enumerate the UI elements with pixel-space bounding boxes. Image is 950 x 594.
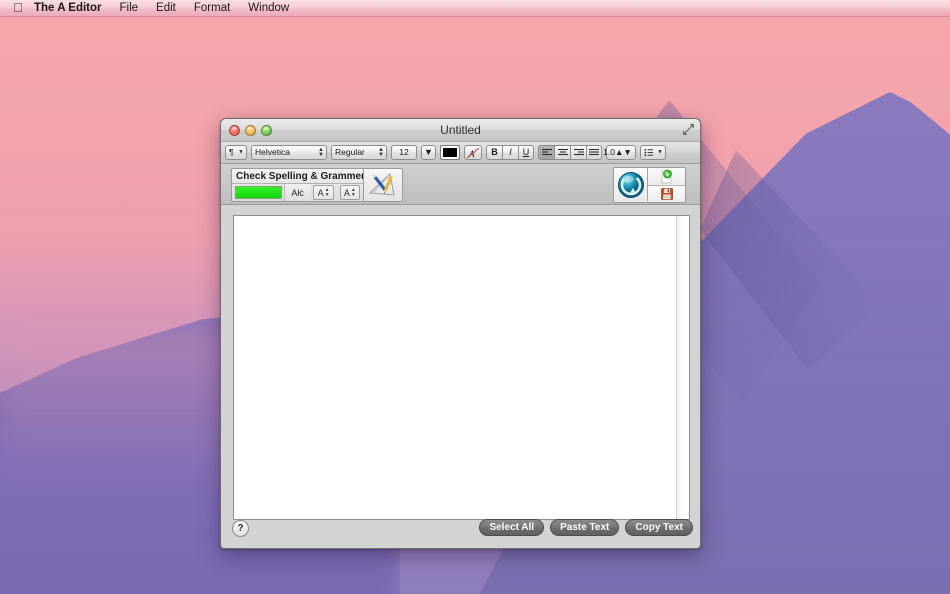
list-dropdown[interactable]: ▼ — [640, 145, 666, 160]
resize-expand-icon[interactable] — [682, 123, 695, 136]
paste-text-button[interactable]: Paste Text — [550, 519, 620, 536]
align-center-button[interactable] — [554, 145, 570, 160]
menu-item-app-name[interactable]: The A Editor — [32, 0, 111, 16]
copy-text-button[interactable]: Copy Text — [625, 519, 693, 536]
window-title: Untitled — [440, 123, 481, 137]
download-icon — [661, 169, 672, 184]
chevron-down-icon: ▼ — [424, 147, 433, 157]
check-spelling-button[interactable]: Ałċ — [283, 184, 311, 201]
check-spelling-label: Ałċ — [291, 187, 304, 198]
action-buttons: Select All Paste Text Copy Text — [479, 519, 693, 536]
align-center-icon — [557, 148, 568, 156]
download-button[interactable] — [648, 168, 685, 186]
text-highlight-button[interactable]: A — [464, 145, 482, 160]
updown-arrows-icon: ▲▼ — [378, 146, 384, 158]
window-bottom-bar: ? Select All Paste Text Copy Text — [221, 519, 700, 548]
list-icon — [644, 148, 654, 157]
right-tools-group — [613, 167, 686, 203]
line-spacing-value: 1.0 — [603, 147, 615, 157]
font-size-dropdown[interactable]: ▼ — [421, 145, 436, 160]
align-left-button[interactable] — [538, 145, 554, 160]
font-family-dropdown[interactable]: Helvetica ▲ ▼ — [251, 145, 327, 160]
underline-button[interactable]: U — [518, 145, 534, 160]
updown-arrows-icon: ▲▼ — [318, 146, 324, 158]
decrease-font-size-label: A — [343, 187, 350, 198]
italic-label: I — [509, 147, 512, 157]
refresh-icon — [617, 171, 644, 198]
text-editor-area[interactable] — [234, 216, 676, 519]
save-floppy-icon — [660, 187, 673, 200]
traffic-lights — [221, 124, 272, 136]
updown-arrows-icon: ▲▼ — [350, 187, 356, 198]
align-justify-button[interactable] — [586, 145, 602, 160]
menu-item-format[interactable]: Format — [185, 0, 239, 16]
underline-label: U — [522, 147, 530, 157]
align-right-button[interactable] — [570, 145, 586, 160]
alignment-group — [538, 145, 602, 160]
font-size-value: 12 — [399, 147, 409, 157]
font-size-input[interactable]: 12 — [391, 145, 417, 160]
increase-font-size-button[interactable]: A ▲ ▼ — [313, 185, 334, 200]
close-button[interactable] — [229, 124, 240, 136]
desktop:  The A Editor File Edit Format Window U… — [0, 0, 950, 594]
font-family-value: Helvetica — [255, 147, 290, 157]
paragraph-symbol-icon: ¶ — [229, 147, 234, 157]
menu-item-window[interactable]: Window — [239, 0, 298, 16]
refresh-button[interactable] — [614, 168, 648, 201]
font-style-value: Regular — [335, 147, 365, 157]
italic-button[interactable]: I — [502, 145, 518, 160]
align-left-icon — [541, 148, 552, 156]
apple-logo-icon[interactable]:  — [8, 1, 28, 14]
bold-button[interactable]: B — [486, 145, 502, 160]
menu-item-edit[interactable]: Edit — [147, 0, 185, 16]
updown-arrows-icon: ▲▼ — [615, 147, 632, 157]
text-color-swatch[interactable] — [440, 145, 460, 160]
line-spacing-stepper[interactable]: 1.0 ▲▼ — [603, 145, 636, 160]
updown-arrows-icon: ▲▼ — [324, 187, 330, 198]
help-button[interactable]: ? — [232, 520, 249, 537]
text-area-container — [233, 215, 690, 520]
spell-progress-bar — [235, 186, 282, 199]
align-justify-icon — [589, 148, 599, 156]
tools-strip: Check Spelling & Grammer Ałċ A ▲ ▼ A ▲ ▼ — [221, 164, 700, 205]
paragraph-style-dropdown[interactable]: ¶ ▼ — [225, 145, 247, 160]
text-style-group: B I U — [486, 145, 534, 160]
align-right-icon — [573, 148, 584, 156]
editor-window: Untitled ¶ ▼ Helvetica ▲ ▼ Regular ▲ ▼ 1… — [220, 118, 701, 549]
spell-panel-left: Check Spelling & Grammer Ałċ A ▲ ▼ A ▲ ▼ — [232, 169, 402, 201]
spell-check-panel: Check Spelling & Grammer Ałċ A ▲ ▼ A ▲ ▼ — [231, 168, 403, 202]
chevron-down-icon: ▼ — [657, 149, 663, 155]
drawing-tools-icon — [368, 173, 395, 196]
decrease-font-size-button[interactable]: A ▲ ▼ — [339, 185, 361, 200]
font-style-dropdown[interactable]: Regular ▲ ▼ — [331, 145, 387, 160]
zoom-button[interactable] — [261, 124, 272, 136]
save-button[interactable] — [648, 185, 685, 202]
minimize-button[interactable] — [245, 124, 256, 136]
format-toolbar: ¶ ▼ Helvetica ▲▼ Regular ▲▼ 12 ▼ A — [221, 142, 700, 164]
drawing-tools-button[interactable] — [363, 169, 402, 201]
spell-panel-controls: Ałċ A ▲ ▼ A ▲ ▼ — [232, 184, 363, 201]
increase-font-size-label: A — [317, 187, 324, 198]
save-buttons-column — [648, 168, 685, 202]
menu-item-file[interactable]: File — [111, 0, 148, 16]
window-titlebar[interactable]: Untitled — [221, 119, 700, 142]
select-all-button[interactable]: Select All — [479, 519, 545, 536]
vertical-scrollbar[interactable] — [676, 216, 689, 519]
bold-label: B — [491, 147, 498, 157]
chevron-down-icon: ▼ — [238, 149, 244, 155]
menu-bar:  The A Editor File Edit Format Window — [0, 0, 950, 17]
